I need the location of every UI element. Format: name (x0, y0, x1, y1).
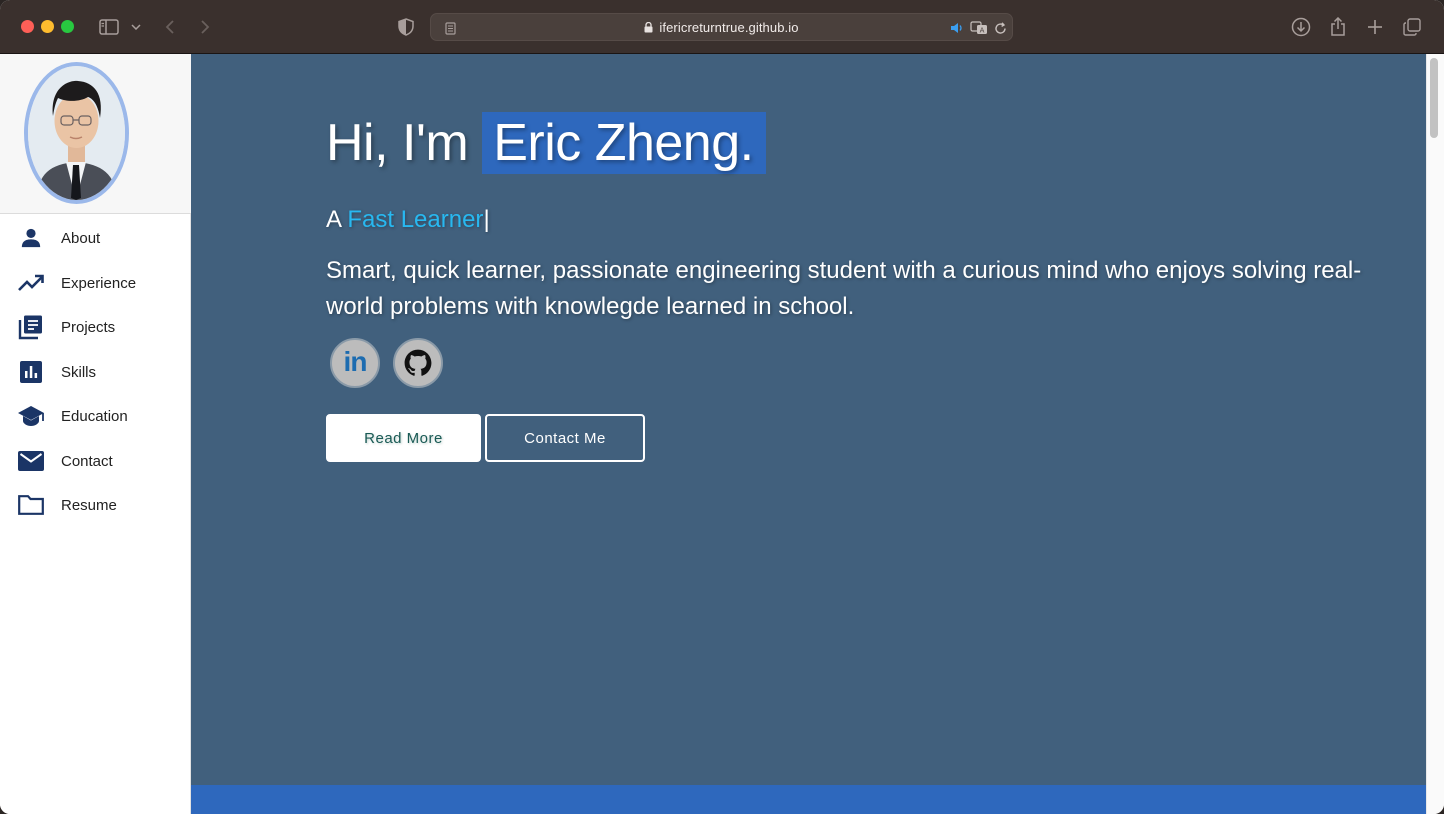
sidebar-item-label: Projects (61, 319, 116, 336)
linkedin-button[interactable]: in (330, 338, 380, 388)
share-icon[interactable] (1325, 14, 1351, 40)
lock-icon (644, 21, 653, 36)
sidebar-toggle-icon[interactable] (96, 14, 122, 40)
sidebar-item-label: About (61, 230, 101, 247)
avatar (24, 62, 129, 204)
browser-toolbar: ifericreturntrue.github.io A (0, 0, 1444, 54)
sidebar-item-education[interactable]: Education (0, 396, 191, 436)
sidebar-item-label: Experience (61, 275, 137, 292)
url-text-row: ifericreturntrue.github.io (431, 20, 1012, 36)
role-typewriter: A Fast Learner| (326, 206, 490, 234)
role-text: Fast Learner (347, 206, 484, 233)
hero-heading: Hi, I'm Eric Zheng. (326, 112, 766, 174)
trending-up-icon (17, 271, 45, 295)
bar-chart-icon (17, 360, 45, 384)
contact-me-button[interactable]: Contact Me (485, 414, 645, 462)
scrollbar-thumb[interactable] (1430, 58, 1438, 138)
sidebar-item-label: Skills (61, 364, 97, 381)
browser-window: ifericreturntrue.github.io A About Exper… (0, 0, 1444, 814)
sidebar-item-label: Resume (61, 497, 117, 514)
person-icon (17, 226, 45, 250)
address-bar[interactable]: ifericreturntrue.github.io A (430, 13, 1013, 41)
role-prefix: A (326, 206, 341, 233)
github-icon (404, 349, 432, 376)
linkedin-icon: in (343, 346, 368, 377)
privacy-shield-icon[interactable] (393, 14, 419, 40)
greeting-prefix: Hi, I'm (326, 114, 469, 172)
name-highlight: Eric Zheng. (482, 112, 766, 174)
new-tab-icon[interactable] (1362, 14, 1388, 40)
sidebar-item-contact[interactable]: Contact (0, 441, 191, 481)
download-icon[interactable] (1288, 14, 1314, 40)
library-books-icon (17, 315, 45, 340)
scrollbar[interactable] (1426, 54, 1444, 814)
forward-arrow-icon[interactable] (192, 14, 218, 40)
read-more-button[interactable]: Read More (326, 414, 481, 462)
sidebar: About Experience Projects Skills Educati… (0, 54, 191, 814)
zoom-window-button[interactable] (61, 20, 74, 33)
sidebar-item-label: Contact (61, 453, 113, 470)
profile-area (0, 54, 191, 214)
hero-tagline: Smart, quick learner, passionate enginee… (326, 257, 1362, 320)
tab-overview-icon[interactable] (1399, 14, 1425, 40)
next-section-edge (191, 785, 1426, 814)
graduation-cap-icon (17, 404, 45, 428)
sidebar-item-resume[interactable]: Resume (0, 485, 191, 525)
sidebar-item-skills[interactable]: Skills (0, 352, 191, 392)
sidebar-item-experience[interactable]: Experience (0, 263, 191, 303)
url-text: ifericreturntrue.github.io (659, 20, 799, 35)
svg-text:A: A (980, 27, 985, 35)
mail-icon (17, 449, 45, 473)
chevron-down-icon[interactable] (124, 14, 148, 40)
typing-cursor: | (483, 206, 490, 233)
sidebar-item-projects[interactable]: Projects (0, 307, 191, 347)
back-arrow-icon[interactable] (157, 14, 183, 40)
speaker-icon[interactable] (945, 15, 969, 41)
reload-icon[interactable] (988, 15, 1012, 41)
sidebar-item-label: Education (61, 408, 128, 425)
folder-icon (17, 493, 45, 517)
github-button[interactable] (393, 338, 443, 388)
sidebar-item-about[interactable]: About (0, 218, 191, 258)
close-window-button[interactable] (21, 20, 34, 33)
minimize-window-button[interactable] (41, 20, 54, 33)
